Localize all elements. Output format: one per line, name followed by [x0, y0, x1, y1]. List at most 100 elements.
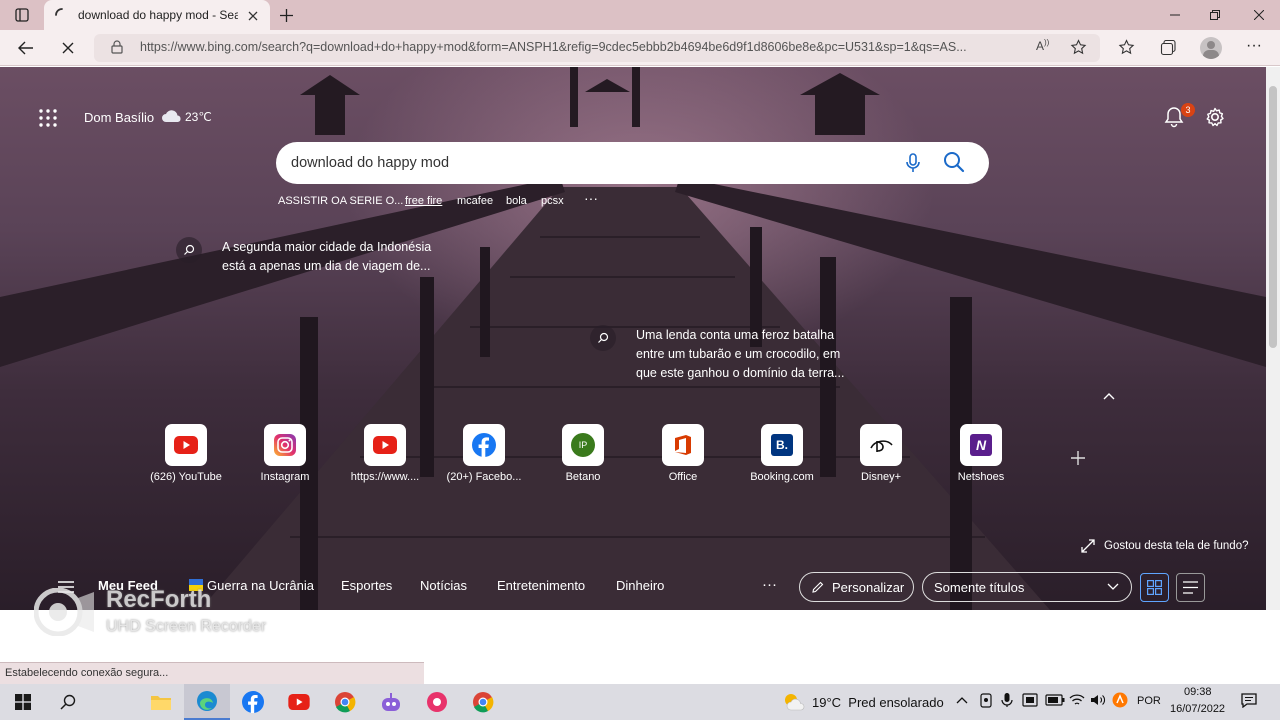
folder-icon	[151, 696, 171, 710]
url-text: https://www.bing.com/search?q=download+d…	[140, 40, 967, 54]
feed-tab-sports[interactable]: Esportes	[341, 578, 392, 593]
feed-tab-news[interactable]: Notícias	[420, 578, 467, 593]
favorites-icon[interactable]	[1118, 39, 1135, 56]
list-icon	[1183, 581, 1198, 594]
qtip-line: está a apenas um dia de viagem de...	[222, 259, 431, 273]
quicklink-betano[interactable]: IP	[562, 424, 604, 466]
feed-tab-ukraine[interactable]: Guerra na Ucrânia	[207, 578, 314, 593]
notification-center-icon[interactable]	[1241, 693, 1257, 708]
minimize-icon	[1170, 14, 1180, 16]
chrome-icon	[473, 692, 494, 713]
quicklink-facebook[interactable]	[463, 424, 505, 466]
taskbar-chrome-2[interactable]	[460, 684, 506, 720]
add-favorite-icon[interactable]	[1070, 39, 1087, 56]
quicklink-netshoes[interactable]: N	[960, 424, 1002, 466]
personalize-button[interactable]: Personalizar	[799, 572, 914, 602]
clock-time[interactable]: 09:38	[1184, 686, 1212, 698]
feed-tab-entertainment[interactable]: Entretenimento	[497, 578, 585, 593]
trending-suggestion[interactable]: free fire	[405, 195, 442, 207]
disney-icon	[870, 440, 893, 452]
weather-sun-cloud-icon[interactable]	[782, 691, 806, 711]
read-aloud-button[interactable]: A))	[1036, 38, 1056, 58]
more-suggestions-button[interactable]: ···	[584, 190, 598, 206]
collapse-button[interactable]	[1102, 388, 1118, 400]
qtip-text[interactable]: Uma lenda conta uma feroz batalha entre …	[636, 326, 844, 383]
start-button[interactable]	[0, 684, 46, 720]
quicklink-youtube[interactable]	[165, 424, 207, 466]
qtip-text[interactable]: A segunda maior cidade da Indonésia está…	[222, 238, 431, 276]
tray-device-icon[interactable]	[1022, 693, 1038, 707]
search-input[interactable]: download do happy mod	[291, 155, 449, 171]
trending-suggestion[interactable]: bola	[506, 195, 527, 207]
voice-search-button[interactable]	[903, 152, 923, 174]
scrollbar-thumb[interactable]	[1269, 86, 1277, 348]
trending-suggestion[interactable]: mcafee	[457, 195, 493, 207]
status-bar: Estabelecendo conexão segura...	[0, 662, 424, 684]
tab-title: download do happy mod - Sear	[78, 8, 238, 22]
quicklink-office[interactable]	[662, 424, 704, 466]
taskbar-app-purple[interactable]	[368, 684, 414, 720]
grid-layout-button[interactable]	[1140, 573, 1169, 602]
view-mode-value: Somente títulos	[934, 579, 1025, 595]
quicklink-disney[interactable]	[860, 424, 902, 466]
chevron-up-icon[interactable]	[956, 696, 968, 704]
list-layout-button[interactable]	[1176, 573, 1205, 602]
profile-avatar[interactable]	[1200, 37, 1222, 59]
facebook-icon	[242, 691, 264, 713]
qtip-button[interactable]	[590, 325, 616, 351]
background-feedback-link[interactable]: Gostou desta tela de fundo?	[1104, 540, 1249, 552]
tab-actions-button[interactable]	[8, 6, 36, 24]
quicklink-booking[interactable]: B.	[761, 424, 803, 466]
tray-app-icon[interactable]	[979, 693, 993, 708]
close-window-button[interactable]	[1236, 0, 1280, 30]
location-label[interactable]: Dom Basílio	[84, 110, 154, 125]
tab-actions-icon	[15, 8, 29, 22]
stop-loading-button[interactable]	[56, 36, 80, 60]
taskbar-recorder[interactable]	[414, 684, 460, 720]
betano-icon: IP	[571, 433, 595, 457]
temperature-label[interactable]: 23℃	[185, 110, 212, 124]
search-submit-button[interactable]	[943, 151, 967, 175]
quicklink-label: Betano	[565, 471, 601, 483]
personalize-label: Personalizar	[832, 579, 905, 595]
taskbar-edge[interactable]	[184, 684, 230, 720]
settings-button[interactable]	[1204, 106, 1228, 130]
tray-avast-icon[interactable]	[1112, 692, 1128, 708]
trending-suggestion[interactable]: pcsx	[541, 195, 564, 207]
taskbar-youtube[interactable]	[276, 684, 322, 720]
quicklink-instagram[interactable]	[264, 424, 306, 466]
new-tab-button[interactable]	[276, 6, 296, 24]
microphone-icon[interactable]	[1001, 692, 1013, 708]
settings-more-button[interactable]: ···	[1244, 37, 1264, 57]
close-icon	[248, 11, 258, 21]
quicklink-youtube-2[interactable]	[364, 424, 406, 466]
taskbar-facebook[interactable]	[230, 684, 276, 720]
taskbar-chrome[interactable]	[322, 684, 368, 720]
qtip-button[interactable]	[176, 237, 202, 263]
lock-icon[interactable]	[111, 40, 123, 54]
apps-launcher-button[interactable]	[38, 108, 58, 128]
language-indicator[interactable]: POR	[1137, 695, 1161, 707]
feed-tab-money[interactable]: Dinheiro	[616, 578, 664, 593]
expand-icon[interactable]	[1081, 539, 1095, 553]
taskbar-file-explorer[interactable]	[138, 684, 184, 720]
battery-icon[interactable]	[1045, 694, 1065, 706]
taskbar-weather[interactable]: 19°C Pred ensolarado	[812, 695, 944, 710]
wifi-icon[interactable]	[1069, 693, 1085, 707]
view-mode-select[interactable]: Somente títulos	[922, 572, 1132, 602]
add-quicklink-button[interactable]	[1070, 450, 1088, 468]
feed-more-button[interactable]: ···	[762, 576, 777, 593]
collections-icon[interactable]	[1160, 39, 1177, 56]
close-tab-button[interactable]	[244, 7, 262, 25]
facebook-icon	[472, 433, 496, 457]
recorder-watermark-subtitle: UHD Screen Recorder	[106, 618, 267, 635]
restore-button[interactable]	[1192, 0, 1238, 30]
trending-suggestion[interactable]: ASSISTIR OA SERIE O...	[278, 195, 403, 207]
taskbar-search-button[interactable]	[45, 684, 91, 720]
clock-date[interactable]: 16/07/2022	[1170, 703, 1225, 715]
volume-icon[interactable]	[1090, 693, 1106, 707]
back-button[interactable]	[14, 36, 38, 60]
qtip-line: que este ganhou o domínio da terra...	[636, 366, 845, 380]
pencil-icon	[812, 581, 824, 593]
quicklink-label: Disney+	[860, 471, 902, 483]
